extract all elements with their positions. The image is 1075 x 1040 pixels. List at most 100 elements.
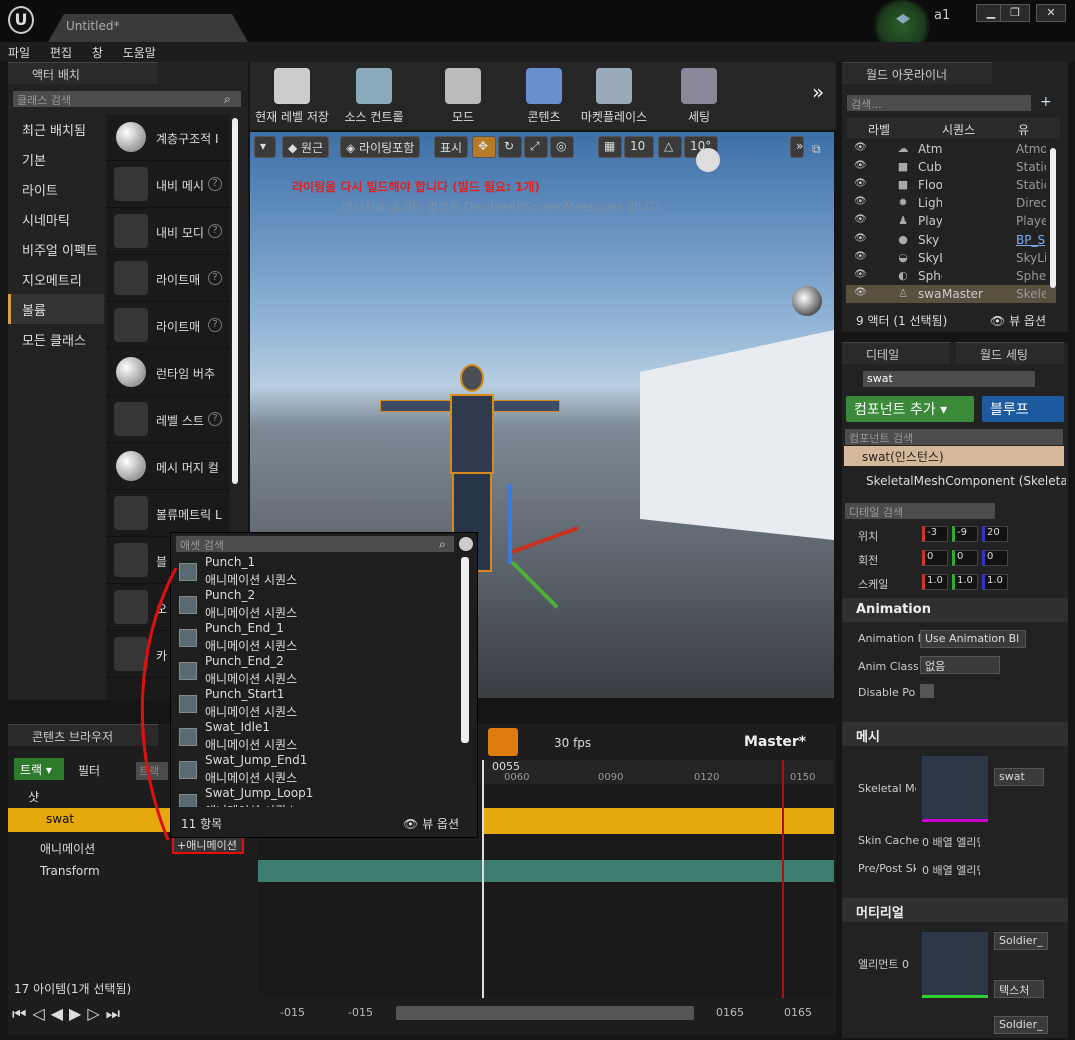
category-volumes[interactable]: 볼륨 <box>8 294 104 324</box>
end-marker[interactable] <box>782 760 784 998</box>
instance-row[interactable]: swat(인스턴스) <box>844 446 1064 466</box>
column-type[interactable]: 유 <box>1018 121 1029 138</box>
anim-class-dropdown[interactable]: 없음 <box>920 656 1000 674</box>
tab-world-outliner[interactable]: 월드 아웃라이너 <box>842 62 992 84</box>
rotation-x[interactable]: 0 <box>922 550 948 566</box>
time-scrollbar[interactable] <box>396 1006 694 1020</box>
help-icon[interactable]: ? <box>208 271 222 285</box>
table-row[interactable]: 👁 ♟ Play Playe <box>846 212 1056 230</box>
angle-snap-icon[interactable]: △ <box>658 136 682 158</box>
view-options-button[interactable]: 👁 뷰 옵션 <box>403 815 459 832</box>
menu-edit[interactable]: 편집 <box>42 42 80 63</box>
marketplace-button[interactable]: 마켓플레이스 <box>574 64 654 126</box>
eye-icon[interactable]: 👁 <box>854 142 867 153</box>
cube-mesh[interactable] <box>640 330 834 540</box>
source-control-button[interactable]: 소스 컨트롤 <box>338 64 410 126</box>
close-button[interactable]: ✕ <box>1036 4 1066 22</box>
fps-dropdown[interactable]: 30 fps <box>554 736 591 750</box>
help-icon[interactable]: ? <box>208 177 222 191</box>
go-start-icon[interactable]: ⏮ <box>12 1004 26 1024</box>
list-item[interactable]: 메시 머지 컬 <box>106 443 230 490</box>
tab-details[interactable]: 디테일 <box>842 342 950 364</box>
location-x[interactable]: -3 <box>922 526 948 542</box>
rotate-icon[interactable]: ↻ <box>498 136 522 158</box>
master-sequence-label[interactable]: Master* <box>744 734 806 750</box>
rotation-z[interactable]: 0 <box>982 550 1008 566</box>
list-item[interactable]: Punch_End_2 애니메이션 시퀀스 <box>171 654 463 687</box>
person-icon[interactable] <box>459 537 473 551</box>
category-visual-effects[interactable]: 비주얼 이펙트 <box>8 234 104 264</box>
material-dropdown[interactable]: Soldier_ <box>994 932 1048 950</box>
category-cinematic[interactable]: 시네마틱 <box>8 204 104 234</box>
toolbar-more-button[interactable]: » <box>812 80 824 104</box>
eye-icon[interactable]: 👁 <box>854 178 867 189</box>
play-reverse-icon[interactable]: ◀ <box>51 1004 63 1023</box>
category-recent[interactable]: 최근 배치됨 <box>8 114 104 144</box>
sphere-reflection[interactable] <box>792 286 822 316</box>
list-item[interactable]: 계층구조적 I <box>106 114 230 161</box>
next-key-icon[interactable]: ▷ <box>87 1004 99 1023</box>
lit-button[interactable]: ◈ 라이팅포함 <box>340 136 421 158</box>
list-item[interactable]: 런타임 버추 <box>106 349 230 396</box>
grid-snap-icon[interactable]: ▦ <box>598 136 622 158</box>
list-item[interactable]: Punch_Start1 애니메이션 시퀀스 <box>171 687 463 720</box>
outliner-search-input[interactable]: 검색... <box>846 94 1032 112</box>
list-item[interactable]: Swat_Idle1 애니메이션 시퀀스 <box>171 720 463 753</box>
disable-postprocess-checkbox[interactable] <box>920 684 934 698</box>
texture-dropdown[interactable]: 텍스처 <box>994 980 1044 998</box>
category-basic[interactable]: 기본 <box>8 144 104 174</box>
settings-button[interactable]: 세팅 <box>666 64 732 126</box>
view-end[interactable]: 0165 <box>716 1006 744 1019</box>
table-row[interactable]: 👁 ● Sky BP_S <box>846 231 1056 249</box>
location-z[interactable]: 20 <box>982 526 1008 542</box>
rotation-y[interactable]: 0 <box>952 550 978 566</box>
skeletal-mesh-dropdown[interactable]: swat <box>994 768 1044 786</box>
save-level-button[interactable]: 현재 레벨 저장 <box>254 64 330 126</box>
scrollbar[interactable] <box>232 118 238 484</box>
go-end-icon[interactable]: ⏭ <box>106 1004 120 1024</box>
list-item[interactable]: 내비 메시? <box>106 161 230 208</box>
material-dropdown-2[interactable]: Soldier_ <box>994 1016 1048 1034</box>
modes-button[interactable]: 모드 <box>430 64 496 126</box>
document-tab[interactable]: Untitled* <box>48 14 248 42</box>
class-search-input[interactable]: 클래스 검색 <box>12 90 242 108</box>
list-item[interactable]: Swat_Jump_Loop1 애니메이션 시퀀스 <box>171 786 463 807</box>
column-label[interactable]: 라벨 <box>868 121 890 138</box>
scrollbar[interactable] <box>1050 148 1056 288</box>
eye-icon[interactable]: 👁 <box>854 287 867 298</box>
category-all-classes[interactable]: 모든 클래스 <box>8 324 104 354</box>
view-options-button[interactable]: 👁 뷰 옵션 <box>990 312 1046 329</box>
scale-z[interactable]: 1.0 <box>982 574 1008 590</box>
eye-icon[interactable]: 👁 <box>854 269 867 280</box>
asset-search-input[interactable]: 애셋 검색 <box>175 535 455 553</box>
filter-button[interactable]: 필터 <box>78 762 100 779</box>
maximize-viewport-icon[interactable]: ⧉ <box>812 142 821 157</box>
mesh-section[interactable]: 메시 <box>842 722 1068 746</box>
list-item[interactable]: Punch_2 애니메이션 시퀀스 <box>171 588 463 621</box>
category-lights[interactable]: 라이트 <box>8 174 104 204</box>
scale-icon[interactable]: ⤢ <box>524 136 548 158</box>
help-icon[interactable]: ? <box>208 412 222 426</box>
view-start[interactable]: -015 <box>348 1006 373 1019</box>
table-row[interactable]: 👁 ☁ Atmo Atmo <box>846 140 1056 158</box>
animation-section[interactable]: Animation <box>842 598 1068 622</box>
list-item[interactable]: 볼류메트릭 L <box>106 490 230 537</box>
blueprint-button[interactable]: 블루프 <box>982 396 1064 422</box>
material-thumbnail[interactable] <box>922 932 988 998</box>
transform-track-bar[interactable] <box>258 860 834 882</box>
eye-icon[interactable]: 👁 <box>854 233 867 244</box>
transform-track-label[interactable]: Transform <box>40 864 100 878</box>
menu-help[interactable]: 도움말 <box>115 42 164 63</box>
help-icon[interactable]: ? <box>208 224 222 238</box>
playhead[interactable] <box>482 760 484 998</box>
add-track-button[interactable]: 트랙 ▾ <box>14 758 64 780</box>
location-y[interactable]: -9 <box>952 526 978 542</box>
world-icon[interactable]: ◎ <box>550 136 574 158</box>
list-item[interactable]: 라이트매? <box>106 302 230 349</box>
help-icon[interactable]: ? <box>208 318 222 332</box>
menu-window[interactable]: 창 <box>84 42 111 63</box>
component-search-input[interactable]: 컴포넌트 검색 <box>844 428 1064 446</box>
grid-size-value[interactable]: 10 <box>624 136 654 158</box>
materials-section[interactable]: 머티리얼 <box>842 898 1068 922</box>
eye-icon[interactable]: 👁 <box>854 251 867 262</box>
